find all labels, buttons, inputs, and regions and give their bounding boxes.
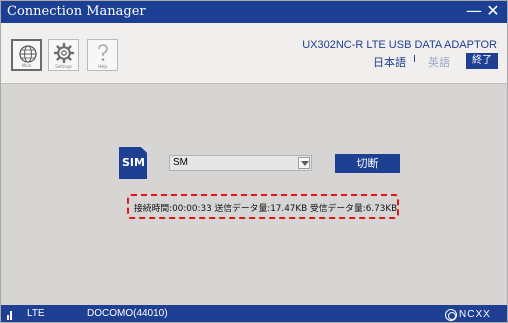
gear-icon: [53, 42, 75, 64]
help-tab-button[interactable]: Help: [87, 39, 118, 71]
globe-icon: [19, 45, 37, 63]
main-tab-caption: Main: [21, 63, 32, 68]
help-tab-caption: Help: [97, 64, 108, 69]
profile-selected-value: SM: [173, 157, 188, 168]
question-icon: [98, 44, 108, 61]
brand-logo: NCXX: [445, 309, 501, 321]
window-title: Connection Manager: [7, 4, 146, 19]
logo-ring-icon: [445, 309, 457, 321]
connection-status-text: 接続時間:00:00:33 送信データ量:17.47KB 受信データ量:6.73…: [134, 204, 398, 214]
carrier-name: DOCOMO(44010): [87, 308, 168, 319]
profile-dropdown[interactable]: SM: [169, 155, 312, 171]
close-button[interactable]: ✕: [484, 2, 502, 20]
disconnect-button[interactable]: 切断: [335, 154, 400, 173]
language-japanese-link[interactable]: 日本語: [373, 54, 406, 70]
connection-status-box: 接続時間:00:00:33 送信データ量:17.47KB 受信データ量:6.73…: [127, 194, 399, 219]
sim-label: SIM: [122, 156, 145, 169]
language-separator: I: [413, 54, 416, 65]
settings-tab-button[interactable]: Settings: [48, 39, 79, 71]
sim-card-icon: SIM: [119, 147, 147, 179]
title-bar[interactable]: Connection Manager — ✕: [1, 1, 507, 23]
status-bar: LTE DOCOMO(44010) NCXX: [1, 305, 507, 322]
toolbar-divider: [1, 83, 507, 84]
minimize-button[interactable]: —: [465, 2, 483, 20]
device-name: UX302NC-R LTE USB DATA ADAPTOR: [302, 39, 497, 51]
signal-strength-icon: [7, 310, 17, 320]
app-window: Connection Manager — ✕ Main Settings Hel…: [0, 0, 508, 323]
chevron-down-icon[interactable]: [298, 157, 310, 169]
main-tab-button[interactable]: Main: [11, 39, 42, 71]
network-type: LTE: [27, 308, 45, 319]
language-english-link[interactable]: 英語: [428, 54, 450, 70]
exit-button[interactable]: 終了: [466, 53, 498, 69]
logo-text: NCXX: [459, 309, 491, 320]
settings-tab-caption: Settings: [55, 64, 72, 69]
